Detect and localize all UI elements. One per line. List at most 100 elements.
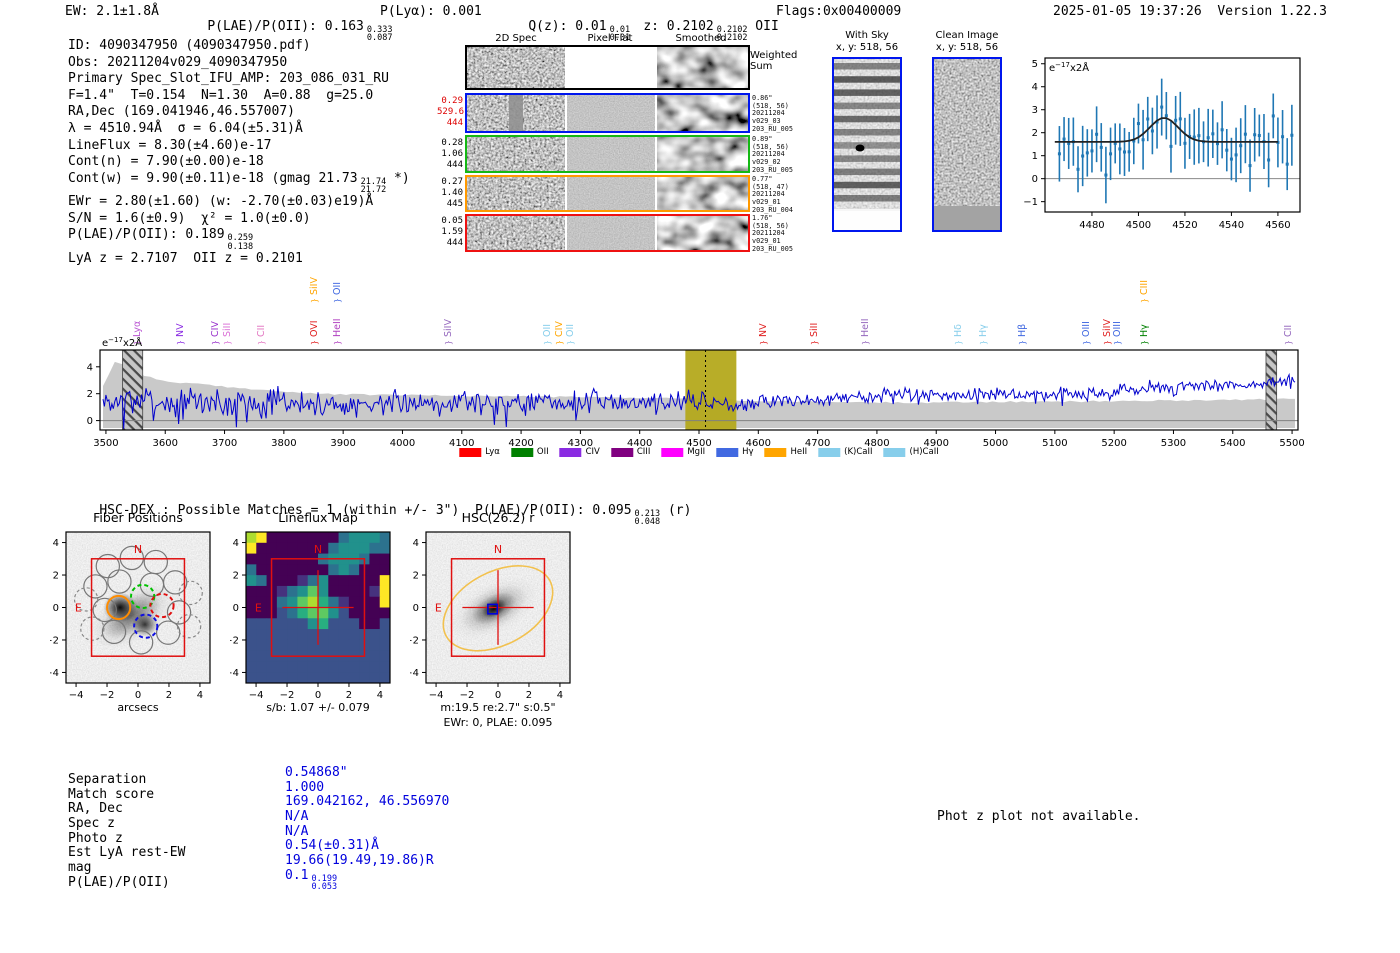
column-header-2dspec: 2D Spec [495, 33, 537, 44]
z-value: z: 0.2102 [643, 19, 714, 34]
fiber4-meta: 1.76" (518, 56) 20211204 v029_01 203_RU_005 [752, 214, 793, 253]
svg-text:4: 4 [557, 690, 563, 701]
lineflux-map-panel: Lineflux Map N E −4 −4 −2 −2 0 0 2 2 4 4 s/b: 1.07 +/… [230, 510, 391, 714]
z-type: OII [747, 19, 779, 34]
svg-text:0: 0 [53, 603, 59, 614]
legend-label: HeII [790, 447, 808, 457]
cutout-2dspec-image [467, 47, 565, 88]
hsc-xlabel-2: EWr: 0, PLAE: 0.095 [443, 716, 552, 729]
match-table-label: RA, Dec [68, 801, 123, 817]
match-table-value: 1.000 [285, 779, 325, 795]
detection-info-block: ID: 4090347950 (4090347950.pdf) Obs: 202… [68, 38, 410, 267]
match-table-value: 169.042162, 46.556970 [285, 794, 450, 810]
clean-image-coords: x, y: 518, 56 [935, 42, 999, 53]
cutout-2dspec-image [467, 216, 565, 250]
svg-text:3: 3 [1032, 105, 1038, 116]
cutout-2dspec-image [467, 177, 565, 210]
info-id: ID: 4090347950 (4090347950.pdf) [68, 38, 311, 53]
header-flags: Flags:0x00400009 [776, 4, 902, 19]
legend-swatch [510, 447, 533, 457]
svg-text:3800: 3800 [271, 438, 296, 449]
panel-title: HSC(26.2) r [462, 510, 536, 525]
with-sky-image [832, 57, 902, 232]
svg-text:−4: −4 [230, 668, 239, 679]
match-table-label: P(LAE)/P(OII) [68, 874, 170, 890]
gmag-uncertainty: 21.74 21.72 [360, 176, 387, 195]
cutout-pixelflat-image [567, 95, 655, 131]
cutout-pixelflat-image [567, 137, 655, 171]
svg-text:5000: 5000 [983, 438, 1008, 449]
legend-swatch [661, 447, 684, 457]
legend-swatch [716, 447, 739, 457]
legend-item: CIV [559, 447, 600, 457]
cutout-smoothed-image [657, 47, 748, 88]
legend-swatch [459, 447, 482, 457]
svg-text:3900: 3900 [330, 438, 355, 449]
svg-text:4520: 4520 [1172, 220, 1197, 231]
match-table-label: Spec z [68, 815, 115, 831]
info-plae-poii: P(LAE)/P(OII): 0.189 0.259 0.138 [68, 227, 254, 252]
svg-text:−1: −1 [1023, 197, 1038, 208]
svg-text:4: 4 [413, 538, 419, 549]
legend-item: (H)CaII [883, 447, 939, 457]
with-sky-title: With Sky [845, 30, 889, 41]
north-label: N [134, 543, 142, 556]
legend-label: MgII [687, 447, 706, 457]
svg-text:4: 4 [197, 690, 203, 701]
column-header-smoothed: Smoothed [675, 33, 727, 44]
svg-text:0: 0 [135, 690, 141, 701]
svg-text:−2: −2 [410, 635, 419, 646]
line-fit-chart: −1 0 1 2 3 4 5 4480 4500 4520 4540 4560 e−17x2Å [1023, 57, 1301, 231]
legend-swatch [764, 447, 787, 457]
hsc-image-panel: HSC(26.2) rNE−4−4−2−2002244m:19.5 re:2.7… [410, 510, 571, 729]
legend-label: (H)CaII [909, 447, 939, 457]
cutout-row-fiber2 [465, 135, 750, 173]
svg-text:−4: −4 [429, 690, 444, 701]
svg-text:4: 4 [377, 690, 383, 701]
match-table-values: 0.54868" 1.000 169.042162, 46.556970 N/A N/A… [285, 765, 450, 891]
svg-text:−4: −4 [50, 668, 59, 679]
flux-units-label: e−17x2Å [1049, 61, 1089, 74]
panel-title: Fiber Positions [93, 510, 183, 525]
svg-text:4: 4 [87, 362, 93, 373]
spectrum-legend: Lyα OII CIV CIII MgII Hγ HeII (K)CaII (H… [459, 447, 939, 457]
info-cont-w: Cont(w) = 9.90(±0.11)e-18 (gmag 21.73 21.… [68, 170, 410, 195]
svg-text:4000: 4000 [390, 438, 415, 449]
fiber2-meta: 0.89" (518, 56) 20211204 v029_02 203_RU_005 [752, 135, 793, 174]
east-label: E [75, 602, 82, 615]
fiber1-weights: 0.29 529.6 444 [437, 96, 465, 128]
svg-text:0: 0 [233, 603, 239, 614]
svg-text:5400: 5400 [1220, 438, 1245, 449]
fiber3-meta: 0.77" (518, 47) 20211204 v029_01 203_RU_004 [752, 175, 793, 214]
header-timestamp-version: 2025-01-05 19:37:26 Version 1.22.3 [1053, 4, 1327, 19]
legend-label: OII [536, 447, 549, 457]
svg-text:−2: −2 [460, 690, 475, 701]
svg-text:4540: 4540 [1219, 220, 1244, 231]
cutout-2dspec-image [467, 137, 565, 171]
match-table-label: Separation [68, 772, 147, 787]
match-table-labels: Separation Match score RA, Dec Spec z Photo … [68, 772, 185, 890]
svg-text:0: 0 [315, 690, 321, 701]
cutout-pixelflat-image [567, 216, 655, 250]
svg-text:2: 2 [413, 571, 419, 582]
info-cont-n: Cont(n) = 7.90(±0.00)e-18 [68, 154, 264, 170]
with-sky-coords: x, y: 518, 56 [835, 42, 899, 53]
legend-item: HeII [764, 447, 808, 457]
legend-item: CIII [610, 447, 650, 457]
legend-label: CIV [585, 447, 600, 457]
svg-text:5100: 5100 [1042, 438, 1067, 449]
svg-text:4: 4 [233, 538, 239, 549]
svg-text:5: 5 [1032, 59, 1038, 70]
fiber4-weights: 0.05 1.59 444 [441, 216, 463, 248]
svg-text:2: 2 [346, 690, 352, 701]
clean-image [932, 57, 1002, 232]
hsc-xlabel-1: m:19.5 re:2.7" s:0.5" [440, 701, 555, 714]
legend-item: Hγ [716, 447, 754, 457]
hsc-plae-uncertainty: 0.213 0.048 [634, 508, 661, 527]
match-table-value: 19.66(19.49,19.86)R [285, 852, 434, 868]
legend-label: (K)CaII [844, 447, 873, 457]
match-table-label: Match score [68, 786, 155, 802]
match-table-value: N/A [285, 808, 309, 824]
masked-band [122, 349, 144, 431]
cutout-row-fiber1 [465, 93, 750, 133]
